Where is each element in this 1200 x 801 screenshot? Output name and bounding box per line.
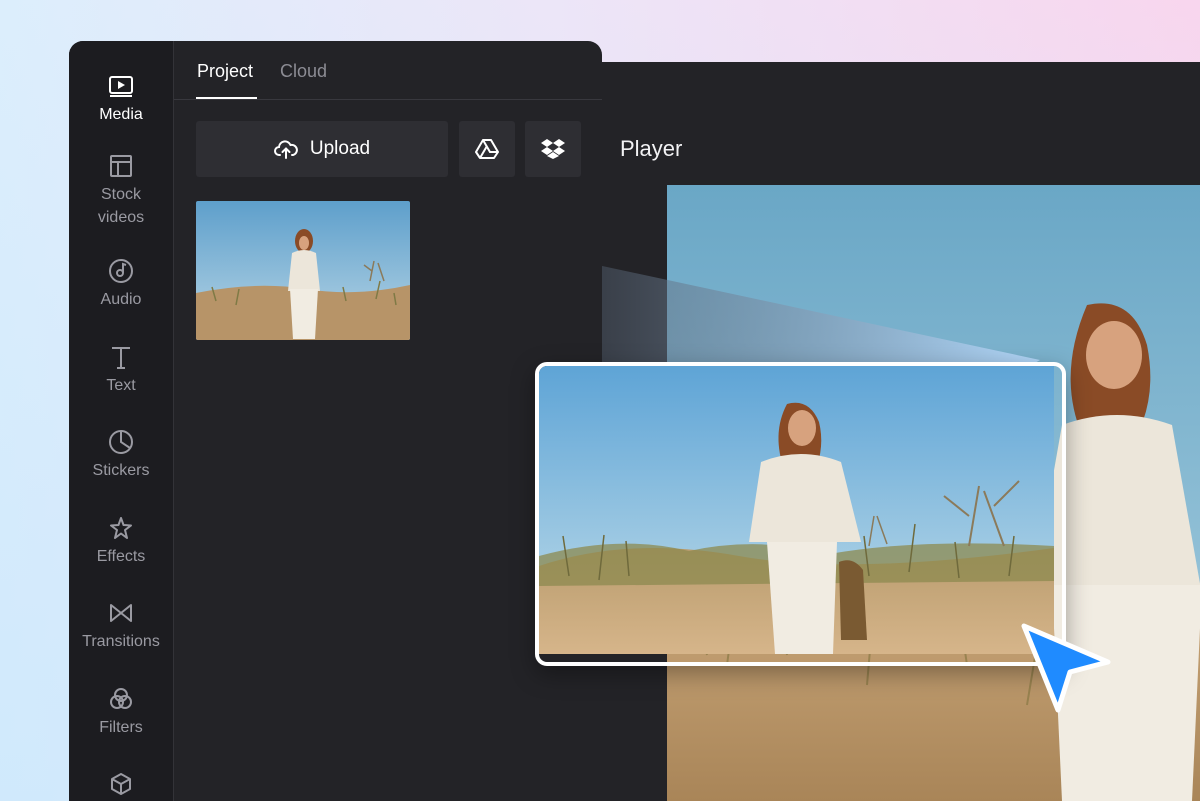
sidebar-item-stock-videos[interactable]: Stock videos — [69, 153, 173, 229]
upload-label: Upload — [309, 138, 371, 159]
sidebar-item-effects[interactable]: Effects — [69, 515, 173, 568]
media-thumbnail[interactable] — [196, 201, 410, 340]
overlapping-circles-icon — [110, 688, 132, 709]
dropbox-button[interactable] — [525, 121, 581, 177]
upload-button[interactable]: Upload — [196, 121, 448, 177]
google-drive-button[interactable] — [459, 121, 515, 177]
sidebar-item-transitions[interactable]: Transitions — [69, 600, 173, 653]
dropbox-icon — [541, 139, 565, 159]
sidebar-label-transitions: Transitions — [82, 633, 160, 650]
music-disc-icon — [109, 259, 133, 283]
sidebar-item-media[interactable]: Media — [69, 73, 173, 126]
sidebar-label-audio: Audio — [100, 291, 142, 308]
sidebar-item-filters[interactable]: Filters — [69, 686, 173, 739]
cloud-upload-icon — [273, 140, 298, 159]
google-drive-icon — [475, 139, 499, 159]
sidebar-label-stickers: Stickers — [92, 462, 150, 479]
bowtie-icon — [110, 604, 132, 622]
active-tab-indicator — [196, 97, 257, 99]
cube-icon — [111, 773, 131, 795]
media-panel-window: Media Stock videos Audio Text Stickers E… — [69, 41, 602, 801]
sidebar-label-effects: Effects — [96, 548, 146, 565]
zoomed-frame-preview[interactable] — [535, 362, 1066, 666]
sticker-icon — [109, 430, 133, 454]
sidebar-label-stock-videos: Stock videos — [97, 186, 145, 226]
layout-icon — [110, 155, 132, 177]
tab-project[interactable]: Project — [197, 61, 253, 82]
sidebar-label-filters: Filters — [99, 719, 143, 736]
cursor-arrow-icon — [1021, 623, 1111, 713]
play-box-icon — [109, 76, 133, 97]
tab-cloud[interactable]: Cloud — [280, 61, 327, 82]
sidebar: Media Stock videos Audio Text Stickers E… — [69, 41, 174, 801]
sidebar-label-text: Text — [106, 377, 136, 394]
sidebar-item-stickers[interactable]: Stickers — [69, 429, 173, 482]
text-t-icon — [112, 347, 130, 369]
player-title: Player — [620, 136, 683, 161]
sidebar-item-audio[interactable]: Audio — [69, 258, 173, 311]
sidebar-label-media: Media — [99, 106, 143, 123]
sidebar-item-text[interactable]: Text — [69, 344, 173, 397]
sparkle-star-icon — [110, 517, 132, 539]
sidebar-item-3d[interactable] — [69, 771, 173, 801]
